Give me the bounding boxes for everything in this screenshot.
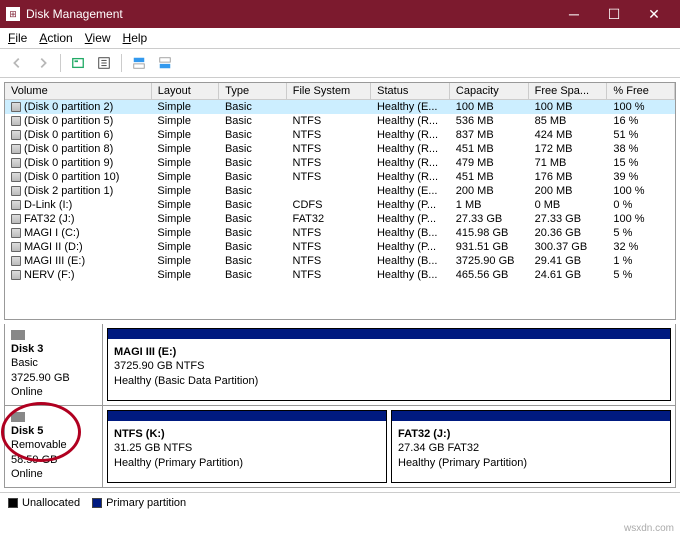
volume-icon [11,102,21,112]
volume-icon [11,144,21,154]
volume-list[interactable]: VolumeLayoutTypeFile SystemStatusCapacit… [4,82,676,320]
disk-icon [11,330,25,340]
table-row[interactable]: NERV (F:)SimpleBasicNTFSHealthy (B...465… [5,268,675,282]
table-row[interactable]: MAGI I (C:)SimpleBasicNTFSHealthy (B...4… [5,226,675,240]
view-top-button[interactable] [128,52,150,74]
disk-row[interactable]: Disk 3 Basic 3725.90 GB Online MAGI III … [5,324,675,405]
disk-graphical-view: Disk 3 Basic 3725.90 GB Online MAGI III … [4,324,676,488]
table-row[interactable]: D-Link (I:)SimpleBasicCDFSHealthy (P...1… [5,198,675,212]
disk-row[interactable]: Disk 5 Removable 58.59 GB Online NTFS (K… [5,405,675,487]
legend-primary: Primary partition [106,497,186,509]
table-row[interactable]: (Disk 0 partition 10)SimpleBasicNTFSHeal… [5,170,675,184]
partition-header [108,411,386,421]
column-header[interactable]: Free Spa... [528,83,607,100]
disk-partitions: MAGI III (E:) 3725.90 GB NTFS Healthy (B… [103,324,675,405]
column-header[interactable]: Type [219,83,287,100]
column-header[interactable]: Capacity [449,83,528,100]
volume-icon [11,228,21,238]
column-header[interactable]: Status [371,83,450,100]
column-header[interactable]: Layout [151,83,219,100]
volume-icon [11,186,21,196]
volume-icon [11,200,21,210]
partition[interactable]: FAT32 (J:) 27.34 GB FAT32 Healthy (Prima… [391,410,671,483]
menu-action[interactable]: Action [39,31,72,45]
partition[interactable]: NTFS (K:) 31.25 GB NTFS Healthy (Primary… [107,410,387,483]
refresh-button[interactable] [67,52,89,74]
view-bottom-button[interactable] [154,52,176,74]
partition-header [108,329,670,339]
table-row[interactable]: (Disk 0 partition 2)SimpleBasicHealthy (… [5,100,675,114]
table-row[interactable]: MAGI III (E:)SimpleBasicNTFSHealthy (B..… [5,254,675,268]
volume-icon [11,130,21,140]
menu-view[interactable]: View [85,31,111,45]
primary-swatch [92,498,102,508]
table-row[interactable]: MAGI II (D:)SimpleBasicNTFSHealthy (P...… [5,240,675,254]
menu-help[interactable]: Help [123,31,148,45]
partition-header [392,411,670,421]
volume-icon [11,270,21,280]
window-title: Disk Management [26,7,554,21]
disk-partitions: NTFS (K:) 31.25 GB NTFS Healthy (Primary… [103,406,675,487]
table-row[interactable]: (Disk 0 partition 8)SimpleBasicNTFSHealt… [5,142,675,156]
column-header[interactable]: Volume [5,83,151,100]
menu-file[interactable]: File [8,31,27,45]
maximize-button[interactable]: ☐ [594,0,634,28]
watermark: wsxdn.com [624,523,674,534]
table-row[interactable]: FAT32 (J:)SimpleBasicFAT32Healthy (P...2… [5,212,675,226]
table-row[interactable]: (Disk 0 partition 9)SimpleBasicNTFSHealt… [5,156,675,170]
table-row[interactable]: (Disk 0 partition 6)SimpleBasicNTFSHealt… [5,128,675,142]
legend: Unallocated Primary partition [0,492,680,513]
table-row[interactable]: (Disk 2 partition 1)SimpleBasicHealthy (… [5,184,675,198]
column-header[interactable]: File System [286,83,370,100]
disk-icon [11,412,25,422]
back-button [6,52,28,74]
column-header[interactable]: % Free [607,83,675,100]
minimize-button[interactable]: ─ [554,0,594,28]
table-row[interactable]: (Disk 0 partition 5)SimpleBasicNTFSHealt… [5,114,675,128]
volume-icon [11,214,21,224]
unallocated-swatch [8,498,18,508]
table-header[interactable]: VolumeLayoutTypeFile SystemStatusCapacit… [5,83,675,100]
volume-icon [11,172,21,182]
volume-icon [11,242,21,252]
forward-button [32,52,54,74]
close-button[interactable]: ✕ [634,0,674,28]
app-icon: ⊞ [6,7,20,21]
toolbar [0,49,680,78]
legend-unallocated: Unallocated [22,497,80,509]
disk-label[interactable]: Disk 5 Removable 58.59 GB Online [5,406,103,487]
volume-icon [11,116,21,126]
partition[interactable]: MAGI III (E:) 3725.90 GB NTFS Healthy (B… [107,328,671,401]
properties-button[interactable] [93,52,115,74]
volume-icon [11,256,21,266]
disk-label[interactable]: Disk 3 Basic 3725.90 GB Online [5,324,103,405]
titlebar: ⊞ Disk Management ─ ☐ ✕ [0,0,680,28]
volume-icon [11,158,21,168]
menubar: File Action View Help [0,28,680,49]
